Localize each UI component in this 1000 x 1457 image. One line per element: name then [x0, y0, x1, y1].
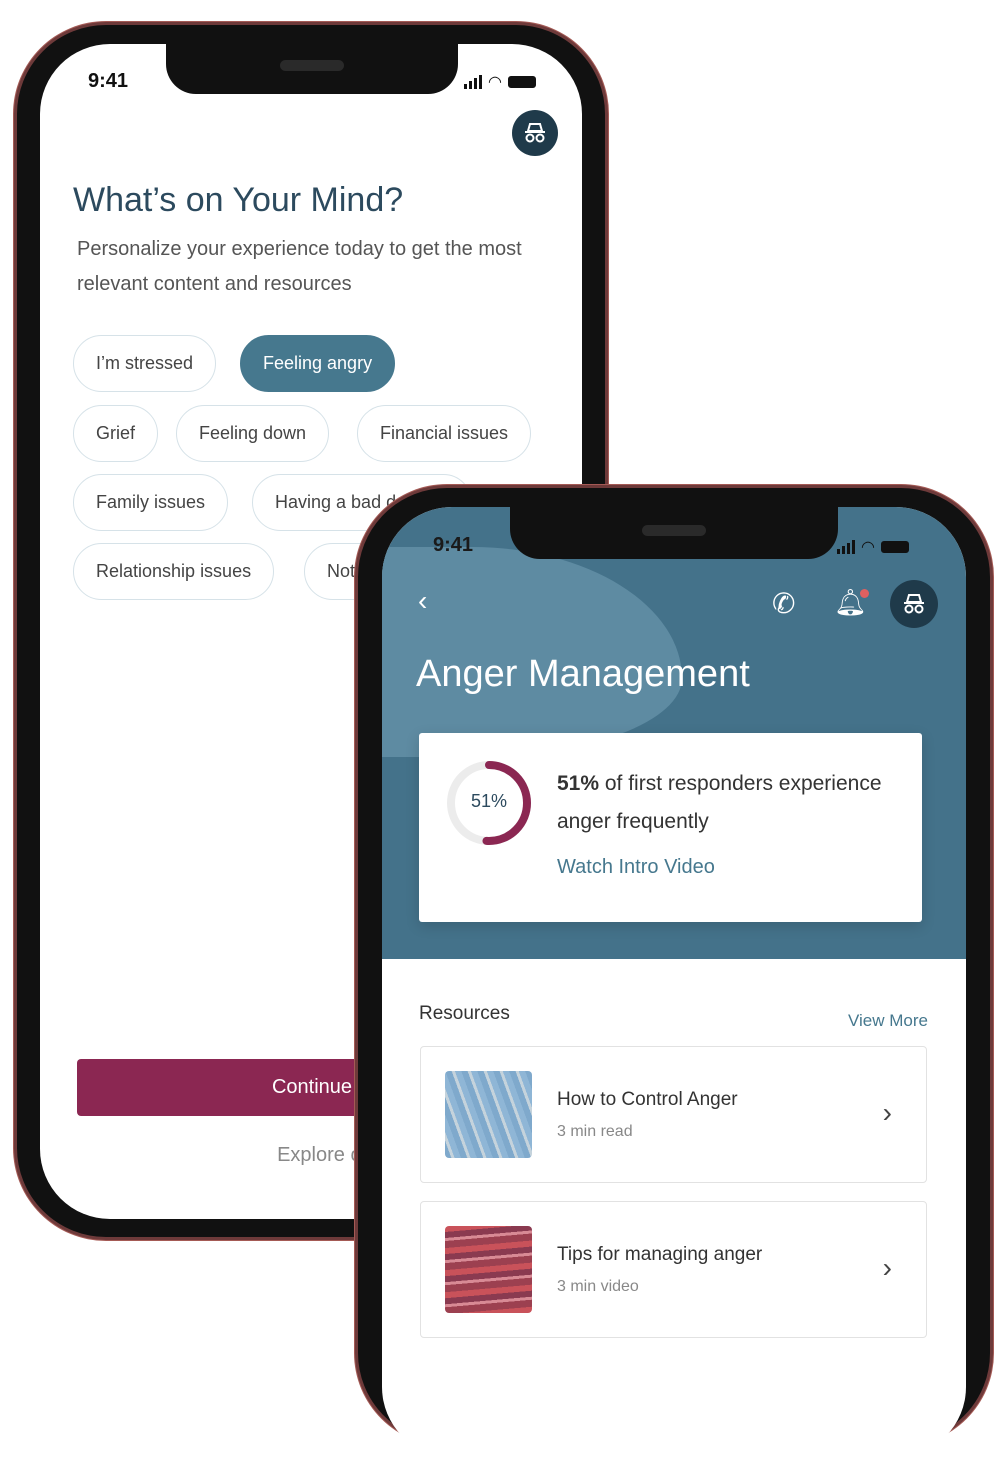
- resource-thumbnail: [445, 1226, 532, 1313]
- chip-grief[interactable]: Grief: [73, 405, 159, 462]
- page-title: Anger Management: [416, 653, 750, 695]
- page-subtitle: Personalize your experience today to get…: [77, 238, 522, 295]
- battery-icon: [507, 76, 536, 88]
- incognito-icon: [525, 123, 545, 143]
- chevron-right-icon: ›: [882, 1252, 892, 1283]
- stat-card: 51% 51% of first responders experience a…: [419, 733, 922, 922]
- phone-call-icon[interactable]: ✆: [772, 587, 795, 620]
- chip-feeling-angry[interactable]: Feeling angry: [240, 335, 396, 392]
- resource-title: Tips for managing anger: [557, 1244, 763, 1265]
- status-icons: ◠: [464, 72, 536, 92]
- status-time: 9:41: [88, 70, 129, 92]
- signal-icon: [464, 75, 482, 89]
- signal-icon: [837, 540, 855, 554]
- resource-card[interactable]: Tips for managing anger 3 min video ›: [420, 1201, 927, 1338]
- wifi-icon: ◠: [488, 74, 502, 91]
- chip-feeling-down[interactable]: Feeling down: [176, 405, 330, 462]
- resource-meta: 3 min video: [557, 1278, 639, 1295]
- back-chevron-icon[interactable]: ‹: [418, 585, 427, 617]
- incognito-avatar-button[interactable]: [890, 580, 938, 628]
- stat-body: of first responders experience anger fre…: [557, 772, 882, 833]
- resource-meta: 3 min read: [557, 1123, 633, 1140]
- continue-label: Continue: [271, 1076, 353, 1098]
- incognito-avatar-button[interactable]: [512, 110, 558, 156]
- status-icons: ◠: [837, 537, 909, 557]
- view-more-link[interactable]: View More: [848, 1011, 928, 1031]
- wifi-icon: ◠: [861, 539, 875, 556]
- notification-dot: [860, 589, 870, 598]
- battery-icon: [880, 541, 909, 553]
- watch-intro-video-link[interactable]: Watch Intro Video: [557, 856, 715, 879]
- resource-title: How to Control Anger: [557, 1089, 738, 1110]
- front-screen: 9:41 ◠ ‹ ✆ 🔔︎ Anger Management 51% 51% o…: [382, 507, 966, 1457]
- front-phone: 9:41 ◠ ‹ ✆ 🔔︎ Anger Management 51% 51% o…: [355, 485, 993, 1457]
- incognito-icon: [904, 594, 924, 614]
- chevron-right-icon: ›: [882, 1097, 892, 1128]
- resource-thumbnail: [445, 1071, 532, 1158]
- chip-family-issues[interactable]: Family issues: [73, 474, 229, 531]
- chip-stressed[interactable]: I’m stressed: [73, 335, 217, 392]
- status-time: 9:41: [433, 534, 474, 556]
- notification-bell-icon[interactable]: 🔔︎: [834, 587, 870, 618]
- resources-heading: Resources: [419, 1003, 510, 1024]
- notch: [510, 507, 838, 559]
- notch: [166, 44, 458, 94]
- resource-card[interactable]: How to Control Anger 3 min read ›: [420, 1046, 927, 1183]
- stat-bold: 51%: [557, 772, 600, 795]
- progress-label: 51%: [470, 791, 508, 811]
- stat-text: 51% of first responders experience anger…: [557, 765, 897, 841]
- chip-financial-issues[interactable]: Financial issues: [357, 405, 532, 462]
- page-title: What’s on Your Mind?: [73, 181, 404, 219]
- chip-relationship-issues[interactable]: Relationship issues: [73, 543, 275, 600]
